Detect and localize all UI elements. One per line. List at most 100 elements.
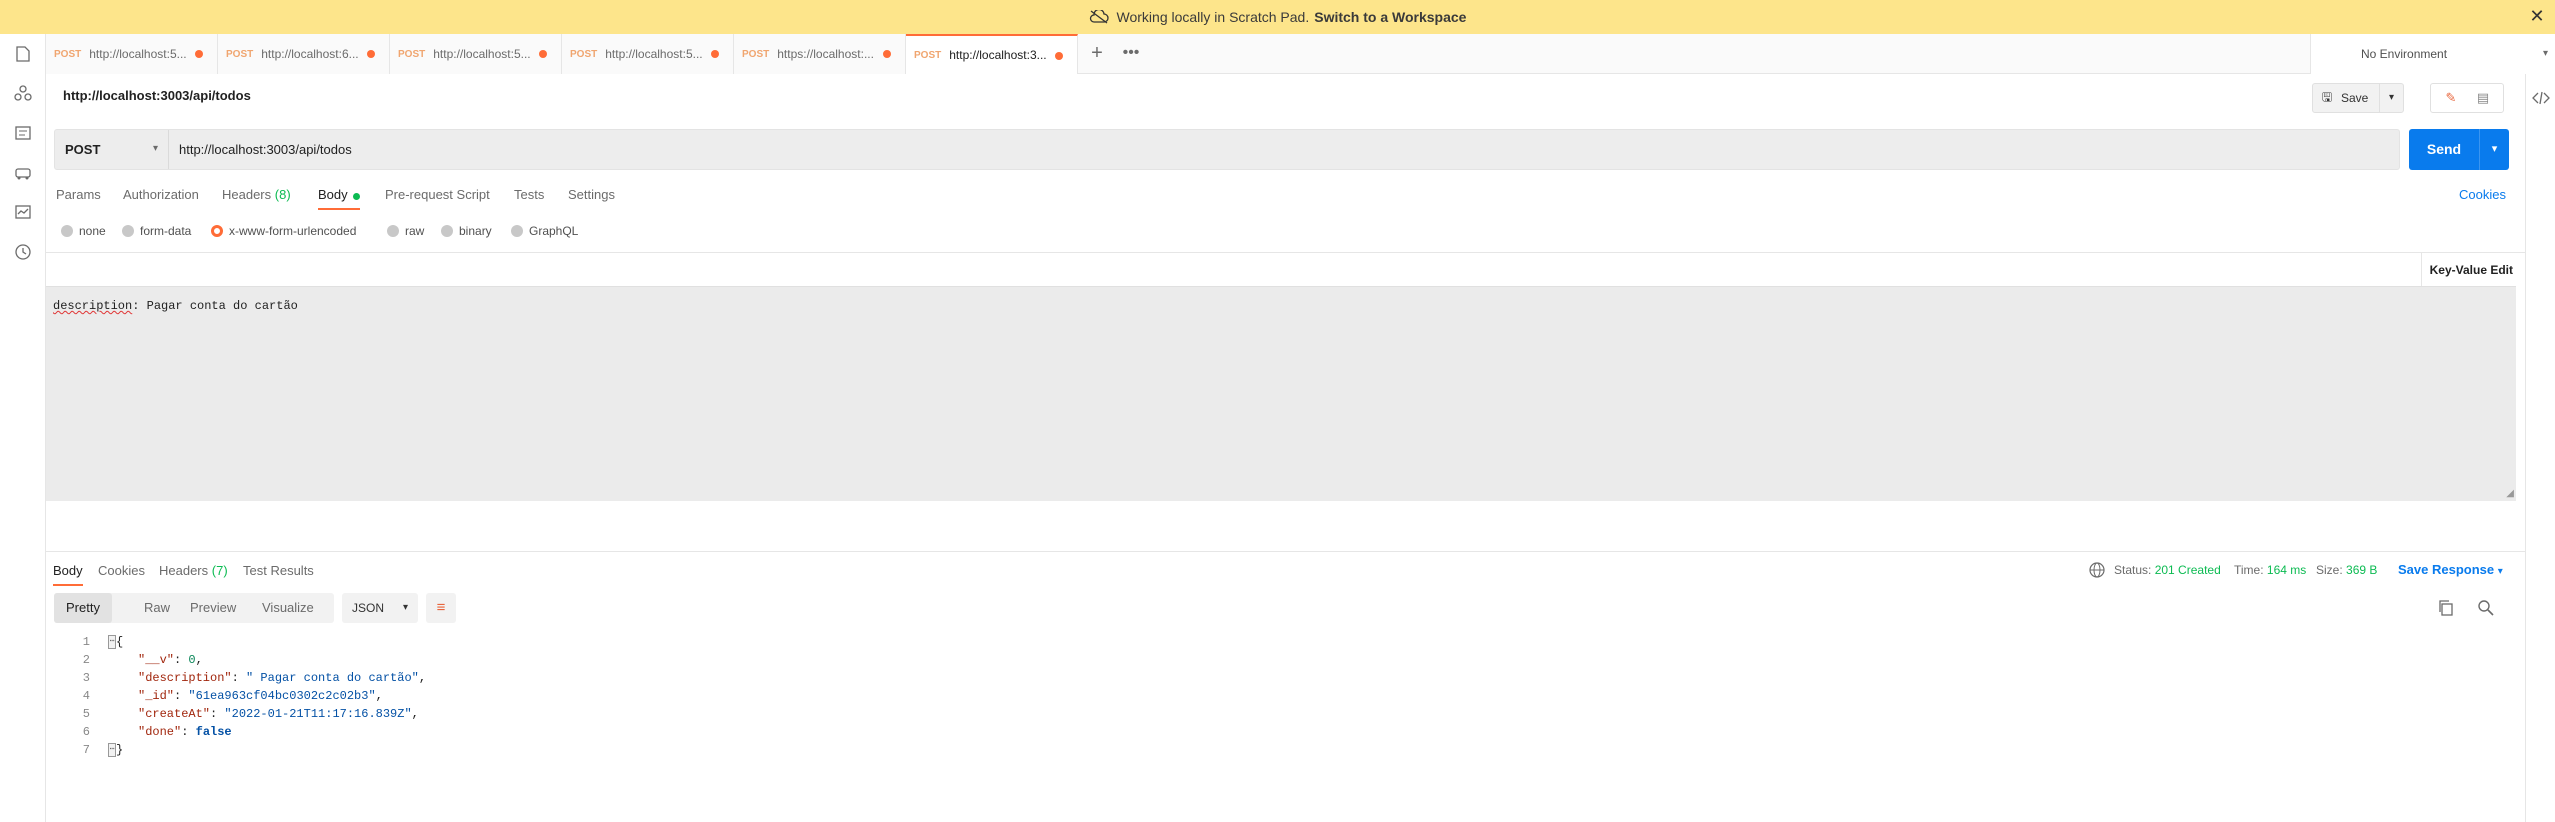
- code-line: 3 "description": " Pagar conta do cartão…: [54, 669, 2494, 687]
- radio-label: x-www-form-urlencoded: [229, 224, 357, 238]
- mock-servers-icon[interactable]: [13, 163, 33, 183]
- fold-marker-icon[interactable]: ⋯: [108, 743, 116, 757]
- unsaved-dot: [539, 50, 547, 58]
- new-tab-button[interactable]: +: [1086, 42, 1108, 64]
- history-icon[interactable]: [13, 242, 33, 262]
- headers-count: (8): [274, 187, 291, 202]
- view-pretty[interactable]: Pretty: [54, 593, 112, 623]
- tab-settings[interactable]: Settings: [568, 187, 615, 202]
- radio-label: binary: [459, 224, 492, 238]
- line-number: 1: [82, 635, 90, 649]
- collections-icon[interactable]: [13, 44, 33, 64]
- save-response-label: Save Response: [2398, 562, 2495, 577]
- format-select[interactable]: JSON ▾: [342, 593, 418, 623]
- more-tabs-button[interactable]: •••: [1120, 42, 1142, 64]
- code-icon[interactable]: [2531, 88, 2551, 108]
- monitors-icon[interactable]: [13, 202, 33, 222]
- request-tab-strip: POST http://localhost:5... POST http://l…: [46, 34, 2555, 74]
- request-tab[interactable]: POST http://localhost:5...: [390, 34, 562, 74]
- environment-select[interactable]: No Environment ▾: [2310, 34, 2555, 74]
- request-name[interactable]: http://localhost:3003/api/todos: [63, 88, 251, 103]
- view-raw[interactable]: Raw: [132, 593, 182, 623]
- url-bar: POST ▾ http://localhost:3003/api/todos: [54, 129, 2400, 170]
- cloud-off-icon: [1089, 10, 1109, 24]
- bulk-separator: :: [132, 299, 147, 313]
- url-input[interactable]: http://localhost:3003/api/todos: [179, 130, 352, 169]
- request-tab[interactable]: POST http://localhost:5...: [46, 34, 218, 74]
- request-tab[interactable]: POST https://localhost:...: [734, 34, 906, 74]
- save-icon: 🖫: [2321, 89, 2333, 104]
- chevron-down-icon: ▾: [2497, 566, 2503, 577]
- send-button[interactable]: Send ▾: [2409, 129, 2509, 170]
- response-view-group: Pretty Raw Preview Visualize: [54, 593, 334, 623]
- line-number: 2: [82, 653, 90, 667]
- response-headers-label: Headers: [159, 563, 209, 578]
- radio-circle: [441, 225, 453, 237]
- method-select[interactable]: POST ▾: [55, 130, 169, 169]
- switch-workspace-link[interactable]: Switch to a Workspace: [1314, 9, 1466, 25]
- radio-graphql[interactable]: GraphQL: [511, 224, 578, 238]
- tab-method: POST: [570, 48, 598, 60]
- tab-url: http://localhost:5...: [433, 47, 531, 61]
- radio-binary[interactable]: binary: [441, 224, 492, 238]
- unsaved-dot: [711, 50, 719, 58]
- json-key: "description": [138, 671, 232, 685]
- request-tab[interactable]: POST http://localhost:5...: [562, 34, 734, 74]
- tab-body[interactable]: Body: [318, 187, 348, 202]
- tab-tests[interactable]: Tests: [514, 187, 544, 202]
- response-tab-body[interactable]: Body: [53, 563, 83, 578]
- radio-form-data[interactable]: form-data: [122, 224, 191, 238]
- fold-marker-icon[interactable]: ⋯: [108, 635, 116, 649]
- close-icon[interactable]: ✕: [2527, 6, 2547, 26]
- response-size[interactable]: Size: 369 B: [2316, 563, 2377, 577]
- line-number: 5: [82, 707, 90, 721]
- response-status[interactable]: Status: 201 Created: [2114, 563, 2221, 577]
- copy-icon[interactable]: [2436, 598, 2456, 618]
- tab-headers[interactable]: Headers (8): [222, 187, 291, 202]
- apis-icon[interactable]: [13, 83, 33, 103]
- request-tab[interactable]: POST http://localhost:6...: [218, 34, 390, 74]
- view-visualize[interactable]: Visualize: [250, 593, 326, 623]
- response-time[interactable]: Time: 164 ms: [2234, 563, 2306, 577]
- globe-icon[interactable]: [2088, 561, 2106, 579]
- chevron-down-icon[interactable]: ▾: [2379, 84, 2403, 112]
- save-button[interactable]: 🖫 Save ▾: [2312, 83, 2404, 113]
- radio-circle: [511, 225, 523, 237]
- radio-raw[interactable]: raw: [387, 224, 424, 238]
- tab-params[interactable]: Params: [56, 187, 101, 202]
- chevron-down-icon[interactable]: ▾: [2479, 129, 2509, 170]
- tab-prerequest-script[interactable]: Pre-request Script: [385, 187, 490, 202]
- response-body-viewer[interactable]: 1 ⋯ { 2 "__v": 0, 3 "description": " Pag…: [54, 633, 2494, 763]
- cookies-link[interactable]: Cookies: [2459, 187, 2506, 202]
- request-tab-active[interactable]: POST http://localhost:3...: [906, 34, 1078, 74]
- response-tab-cookies[interactable]: Cookies: [98, 563, 145, 578]
- body-status-dot: [353, 193, 360, 200]
- environments-icon[interactable]: [13, 123, 33, 143]
- response-tab-headers[interactable]: Headers (7): [159, 563, 228, 578]
- radio-none[interactable]: none: [61, 224, 106, 238]
- resize-handle[interactable]: ◢: [2506, 488, 2514, 499]
- json-comma: ,: [411, 707, 419, 721]
- key-value-edit-button[interactable]: Key-Value Edit: [2420, 253, 2521, 287]
- brace-open: {: [116, 635, 124, 649]
- save-response-button[interactable]: Save Response ▾: [2398, 562, 2503, 577]
- radio-urlencoded[interactable]: x-www-form-urlencoded: [211, 224, 356, 238]
- status-label: Status:: [2114, 563, 2152, 577]
- tab-url: https://localhost:...: [777, 47, 874, 61]
- wrap-lines-icon[interactable]: ≡: [426, 593, 456, 623]
- size-value: 369 B: [2346, 563, 2378, 577]
- search-icon[interactable]: [2476, 598, 2496, 618]
- response-tab-test-results[interactable]: Test Results: [243, 563, 314, 578]
- tab-method: POST: [398, 48, 426, 60]
- code-line: 1 ⋯ {: [54, 633, 2494, 651]
- json-comma: ,: [195, 653, 203, 667]
- pencil-icon[interactable]: ✎: [2437, 88, 2465, 108]
- radio-label: none: [79, 224, 106, 238]
- unsaved-dot: [367, 50, 375, 58]
- tab-authorization[interactable]: Authorization: [123, 187, 199, 202]
- view-preview[interactable]: Preview: [178, 593, 248, 623]
- bulk-edit-textarea[interactable]: description: Pagar conta do cartão ◢: [46, 286, 2516, 501]
- code-line: 5 "createAt": "2022-01-21T11:17:16.839Z"…: [54, 705, 2494, 723]
- document-icon[interactable]: ▤: [2469, 88, 2497, 108]
- format-label: JSON: [352, 601, 385, 615]
